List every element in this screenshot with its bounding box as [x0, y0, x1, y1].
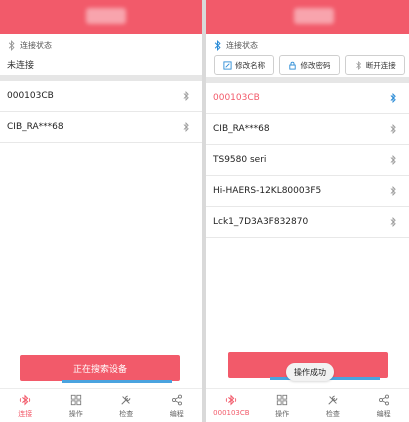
- grid-icon: [70, 394, 82, 406]
- disconnect-button[interactable]: 断开连接: [344, 55, 405, 75]
- change-password-label: 修改密码: [300, 60, 331, 70]
- share-icon: [378, 394, 390, 406]
- device-list: 000103CB CIB_RA***68: [0, 81, 202, 143]
- nav-label: 编程: [169, 410, 184, 418]
- nav-label: 检查: [325, 410, 340, 418]
- nav-label: 操作: [68, 410, 83, 418]
- device-item[interactable]: 000103CB: [0, 81, 202, 112]
- device-name: 000103CB: [213, 93, 260, 103]
- bluetooth-icon: [182, 122, 190, 132]
- blurred-title: [86, 8, 126, 24]
- device-name: 000103CB: [7, 91, 54, 101]
- device-item[interactable]: CIB_RA***68: [0, 112, 202, 143]
- bluetooth-icon: [389, 186, 397, 196]
- device-name: CIB_RA***68: [7, 122, 64, 132]
- nav-item-connect[interactable]: 连接: [0, 389, 51, 422]
- disconnect-label: 断开连接: [365, 60, 396, 70]
- left-screen: 连接状态 未连接 000103CB CIB_RA***68 正在搜索设备 连接: [0, 0, 202, 422]
- bluetooth-icon: [182, 91, 190, 101]
- connection-status-row: 连接状态: [7, 38, 52, 52]
- connection-status-value: 未连接: [7, 61, 35, 71]
- bottom-nav: 连接 操作 检查 编程: [0, 388, 202, 422]
- nav-label: 000103CB: [213, 409, 250, 417]
- blurred-title: [294, 8, 334, 24]
- tools-icon: [120, 394, 132, 406]
- rename-button[interactable]: 修改名称: [214, 55, 275, 75]
- device-list: 000103CB CIB_RA***68 TS9580 seri Hi-HAER…: [206, 83, 409, 238]
- search-devices-label: 正在搜索设备: [72, 364, 127, 375]
- device-name: CIB_RA***68: [213, 124, 270, 134]
- bluetooth-connect-icon: [225, 394, 237, 406]
- edit-icon: [223, 60, 232, 70]
- bluetooth-icon: [389, 217, 397, 227]
- device-name: Lck1_7D3A3F832870: [213, 217, 309, 227]
- grid-icon: [276, 394, 288, 406]
- change-password-button[interactable]: 修改密码: [279, 55, 340, 75]
- nav-item-program[interactable]: 编程: [358, 389, 409, 422]
- nav-item-connect[interactable]: 000103CB: [206, 389, 257, 422]
- search-devices-button[interactable]: 正在搜索设备: [20, 355, 180, 383]
- progress-underline: [62, 380, 172, 383]
- device-item[interactable]: Hi-HAERS-12KL80003F5: [206, 176, 409, 207]
- connection-status-label: 连接状态: [20, 40, 52, 50]
- nav-item-inspect[interactable]: 检查: [101, 389, 152, 422]
- nav-item-inspect[interactable]: 检查: [308, 389, 359, 422]
- bluetooth-icon: [389, 155, 397, 165]
- nav-item-operate[interactable]: 操作: [257, 389, 308, 422]
- device-name: Hi-HAERS-12KL80003F5: [213, 186, 322, 196]
- toast-message: 操作成功: [286, 363, 334, 381]
- bluetooth-connect-icon: [19, 394, 31, 406]
- device-item[interactable]: TS9580 seri: [206, 145, 409, 176]
- nav-label: 连接: [18, 410, 33, 418]
- action-buttons: 修改名称 修改密码 断开连接: [214, 55, 405, 75]
- connection-status-label: 连接状态: [226, 40, 258, 50]
- tools-icon: [327, 394, 339, 406]
- device-item-connected[interactable]: 000103CB: [206, 83, 409, 114]
- lock-icon: [288, 61, 297, 70]
- bluetooth-icon: [7, 39, 16, 51]
- nav-item-program[interactable]: 编程: [152, 389, 203, 422]
- share-icon: [171, 394, 183, 406]
- nav-label: 检查: [119, 410, 134, 418]
- device-item[interactable]: Lck1_7D3A3F832870: [206, 207, 409, 238]
- connection-status-row: 连接状态: [213, 38, 258, 52]
- bluetooth-icon: [354, 60, 363, 70]
- nav-label: 编程: [376, 410, 391, 418]
- bluetooth-icon: [389, 124, 397, 134]
- rename-label: 修改名称: [235, 60, 266, 70]
- header-bar: [206, 0, 409, 34]
- bluetooth-icon: [213, 39, 222, 51]
- bluetooth-icon: [389, 93, 397, 103]
- bottom-nav: 000103CB 操作 检查 编程: [206, 388, 409, 422]
- right-screen: 连接状态 修改名称 修改密码 断开连接 000103CB CIB_RA***68…: [206, 0, 409, 422]
- device-item[interactable]: CIB_RA***68: [206, 114, 409, 145]
- nav-item-operate[interactable]: 操作: [51, 389, 102, 422]
- nav-label: 操作: [275, 410, 290, 418]
- header-bar: [0, 0, 202, 34]
- device-name: TS9580 seri: [213, 155, 267, 165]
